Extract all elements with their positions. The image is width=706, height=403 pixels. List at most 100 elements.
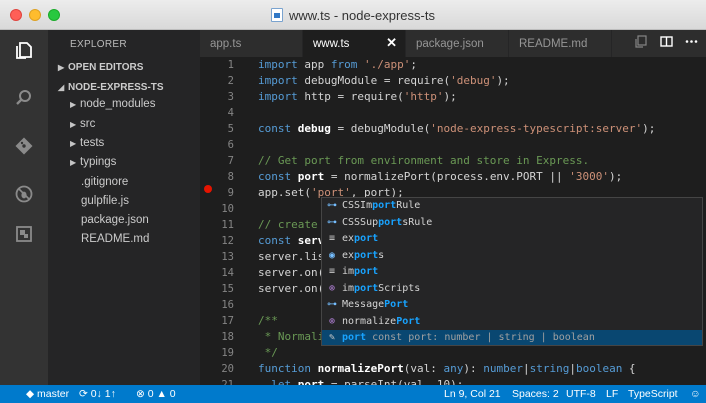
project-header[interactable]: ◢ NODE-EXPRESS-TS [58,82,164,93]
code-line-15: server.on( [258,282,325,295]
tree-item-typings[interactable]: ▶ typings [70,156,116,168]
more-actions-icon[interactable] [685,35,698,53]
tree-item-package-json[interactable]: package.json [81,214,149,226]
sync-icon: ⟳ [79,388,91,400]
line-number: 6 [227,139,234,151]
breakpoint-icon[interactable] [204,185,212,193]
eol-status[interactable]: LF [606,385,618,403]
tree-item-src[interactable]: ▶ src [70,118,95,130]
property-icon: ⊶ [327,299,337,310]
search-icon[interactable] [14,88,34,108]
code-line-18: * Normali [258,330,325,343]
tab-app-ts[interactable]: app.ts [200,30,303,57]
error-icon: ⊗ [136,388,148,400]
chevron-right-icon: ▶ [70,158,77,167]
suggest-item[interactable]: ≡ export [322,231,702,248]
code-line-5: const debug = debugModule('node-express-… [258,122,656,135]
tree-item-tests[interactable]: ▶ tests [70,137,104,149]
suggest-item[interactable]: ◉ exports [322,248,702,265]
line-number: 14 [221,267,234,279]
tree-item-label: package.json [81,214,149,226]
code-line-11: // create [258,218,325,231]
tree-item-readme[interactable]: README.md [81,233,149,245]
encoding-status[interactable]: UTF-8 [566,385,596,403]
files-icon[interactable] [14,40,34,60]
line-number: 10 [221,203,234,215]
code-line-20: function normalizePort(val: any): number… [258,362,636,375]
tab-package-json[interactable]: package.json [406,30,509,57]
suggest-label-match: port [342,332,367,343]
suggest-label-match: port [354,266,379,277]
open-changes-icon[interactable] [635,34,648,53]
line-number: 3 [227,91,234,103]
tab-readme[interactable]: README.md [509,30,612,57]
line-number: 11 [221,219,234,231]
file-icon [271,8,284,22]
chevron-right-icon: ▶ [70,100,77,109]
tab-label: package.json [416,37,484,50]
keyword-icon: ≡ [328,266,336,277]
suggest-item[interactable]: ⊚ importScripts [322,281,702,298]
suggest-item[interactable]: ✎ port const port: number | string | boole… [322,330,702,345]
open-editors-header[interactable]: ▶ OPEN EDITORS [58,62,143,73]
problems-status[interactable]: ⊗ 0 ▲ 0 [136,385,176,403]
suggest-label-match: Port [384,299,409,310]
warning-icon: ▲ [156,388,170,400]
status-bar: ◆ master ⟳ 0↓ 1↑ ⊗ 0 ▲ 0 Ln 9, Col 21 Sp… [0,385,706,403]
window-title: www.ts - node-express-ts [289,7,435,23]
git-icon[interactable] [14,136,34,156]
tab-www-ts[interactable]: www.ts ✕ [303,30,406,57]
wrench-icon: ✎ [328,332,336,343]
tree-item-gulpfile[interactable]: gulpfile.js [81,195,129,207]
line-number: 4 [227,107,234,119]
title-bar: www.ts - node-express-ts [0,0,706,30]
code-line-12: const serv [258,234,325,247]
debug-icon[interactable] [14,184,34,204]
suggest-item[interactable]: ⊶ CSSSupportsRule [322,215,702,232]
explorer-sidebar: EXPLORER ▶ OPEN EDITORS ◢ NODE-EXPRESS-TS … [48,30,200,385]
line-number: 17 [221,315,234,327]
tab-label: app.ts [210,37,242,50]
indentation-status[interactable]: Spaces: 2 [512,385,559,403]
chevron-down-icon: ◢ [58,83,65,92]
tree-item-gitignore[interactable]: .gitignore [81,176,128,188]
sync-status[interactable]: ⟳ 0↓ 1↑ [79,385,116,403]
suggest-detail: const port: number | string | boolean [372,332,595,343]
branch-status[interactable]: ◆ master [26,385,69,403]
suggest-item[interactable]: ⊶ MessagePort [322,297,702,314]
method-icon: ⊚ [328,282,336,294]
chevron-right-icon: ▶ [70,120,77,129]
suggest-label-suffix: s [378,249,385,261]
tab-label: www.ts [313,37,350,50]
line-number: 19 [221,347,234,359]
suggest-label-prefix: ex [342,249,355,261]
line-number: 15 [221,283,234,295]
keyword-icon: ≡ [328,233,336,244]
suggest-item[interactable]: ⊶ CSSImportRule [322,198,702,215]
open-editors-label: OPEN EDITORS [68,62,144,73]
close-icon[interactable]: ✕ [386,35,397,51]
feedback-smiley-icon[interactable]: ☺ [690,385,701,403]
language-status[interactable]: TypeScript [628,385,678,403]
tree-item-label: .gitignore [81,176,129,188]
suggest-label-prefix: ex [342,233,355,244]
project-label: NODE-EXPRESS-TS [68,82,164,93]
extensions-icon[interactable] [14,224,34,244]
tree-item-label: README.md [81,233,150,245]
suggest-label-prefix: im [342,282,355,294]
split-editor-icon[interactable] [660,35,673,53]
error-count: 0 [147,388,154,400]
suggest-label-match: port [354,233,379,244]
suggest-item[interactable]: ≡ import [322,264,702,281]
sync-count: 0↓ 1↑ [90,388,116,400]
code-line-7: // Get port from environment and store i… [258,154,590,167]
suggest-item[interactable]: ⊚ normalizePort [322,314,702,331]
module-icon: ◉ [328,249,336,261]
activity-bar [0,30,48,385]
tree-item-node-modules[interactable]: ▶ node_modules [70,98,155,110]
cursor-position[interactable]: Ln 9, Col 21 [444,385,501,403]
tree-item-label: tests [80,137,105,149]
code-line-1: import app from './app'; [258,58,417,71]
line-number: 12 [221,235,234,247]
suggest-label-match: port [378,216,403,228]
